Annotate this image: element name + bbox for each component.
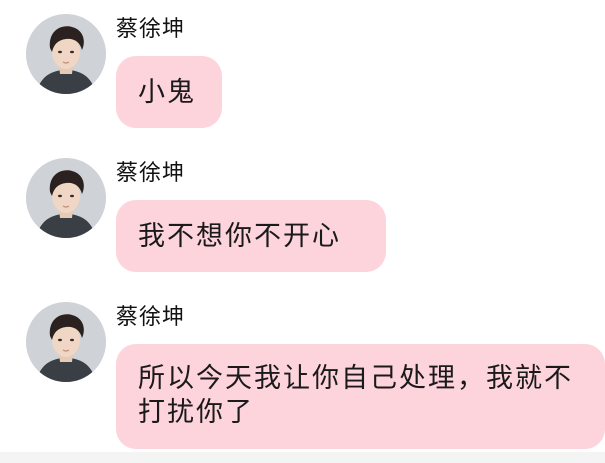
avatar[interactable]	[26, 158, 106, 238]
avatar-portrait-icon	[26, 14, 106, 94]
avatar[interactable]	[26, 302, 106, 382]
chat-thread: 蔡徐坤 小鬼 蔡徐坤 我不想你不开心 蔡徐坤 所以今天我让你自己处理，我就不打扰…	[0, 0, 605, 463]
avatar-portrait-icon	[26, 302, 106, 382]
message-bubble[interactable]: 所以今天我让你自己处理，我就不打扰你了	[116, 344, 605, 449]
sender-name: 蔡徐坤	[116, 161, 186, 186]
message-bubble[interactable]: 我不想你不开心	[116, 200, 386, 272]
avatar-portrait-icon	[26, 158, 106, 238]
divider	[0, 452, 605, 463]
sender-name: 蔡徐坤	[116, 17, 186, 42]
avatar[interactable]	[26, 14, 106, 94]
message-bubble[interactable]: 小鬼	[116, 56, 222, 128]
sender-name: 蔡徐坤	[116, 305, 186, 330]
